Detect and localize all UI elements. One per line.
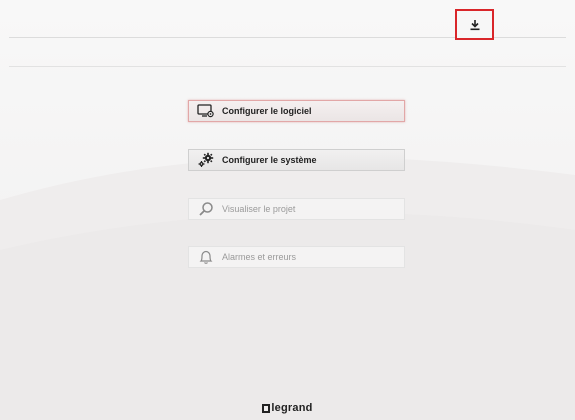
download-button[interactable] xyxy=(455,9,494,40)
header-divider-lower xyxy=(9,66,566,67)
alarms-errors-button[interactable]: Alarmes et erreurs xyxy=(188,246,405,268)
download-icon xyxy=(470,19,479,30)
monitor-gear-icon xyxy=(196,103,216,119)
gears-icon xyxy=(196,152,216,168)
bell-icon xyxy=(196,249,216,265)
view-project-label: Visualiser le projet xyxy=(222,204,296,214)
brand-name: legrand xyxy=(271,402,313,414)
app-screen: Configurer le logiciel Configurer le sys… xyxy=(0,0,575,420)
configure-system-label: Configurer le système xyxy=(222,155,317,165)
legrand-logo: legrand xyxy=(0,402,575,414)
view-project-button[interactable]: Visualiser le projet xyxy=(188,198,405,220)
legrand-mark-icon xyxy=(262,403,271,413)
configure-software-button[interactable]: Configurer le logiciel xyxy=(188,100,405,122)
configure-software-label: Configurer le logiciel xyxy=(222,106,312,116)
search-icon xyxy=(196,201,216,217)
configure-system-button[interactable]: Configurer le système xyxy=(188,149,405,171)
alarms-errors-label: Alarmes et erreurs xyxy=(222,252,297,262)
